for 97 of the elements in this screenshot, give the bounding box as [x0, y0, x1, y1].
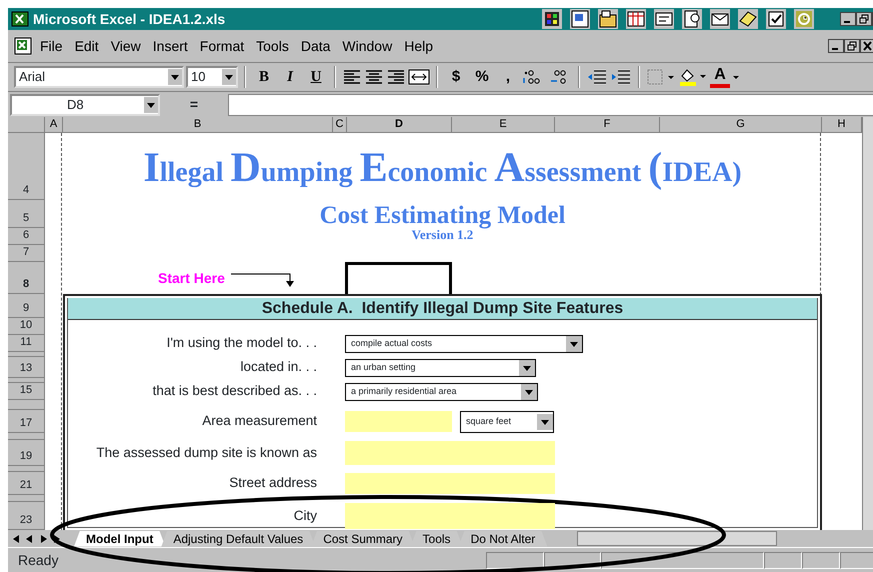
field-label: Street address [228, 474, 318, 492]
row-header[interactable]: 13 [8, 357, 45, 378]
percent-button[interactable]: % [470, 66, 494, 88]
fill-color-icon[interactable] [678, 67, 708, 87]
minimize-icon[interactable] [828, 39, 844, 53]
sheet-subtitle: Cost Estimating Model [318, 203, 566, 228]
italic-button[interactable]: I [278, 66, 302, 88]
equals-button[interactable]: = [164, 94, 224, 115]
input-field[interactable] [345, 473, 555, 494]
minimize-icon[interactable] [840, 12, 856, 26]
dropdown-field[interactable]: compile actual costs [345, 334, 583, 352]
column-header[interactable]: B [63, 117, 333, 133]
menu-item[interactable]: Format [194, 36, 250, 56]
sheet-tab[interactable]: Model Input [74, 530, 166, 546]
bold-button[interactable]: B [252, 66, 276, 88]
row-header[interactable]: 6 [8, 228, 45, 245]
sheet-tab[interactable]: Tools [410, 530, 463, 546]
note-icon[interactable] [738, 9, 758, 29]
field-label: The assessed dump site is known as [95, 444, 318, 462]
mail-icon[interactable] [710, 9, 730, 29]
row-header[interactable]: 17 [8, 410, 45, 433]
input-field[interactable] [345, 441, 555, 465]
field-label: I'm using the model to. . . [166, 334, 318, 352]
dropdown-field[interactable]: a primarily residential area [345, 382, 538, 400]
row-header[interactable]: 10 [8, 318, 45, 335]
folder-icon[interactable] [598, 9, 618, 29]
schedule-heading: Schedule A. Identify Illegal Dump Site Features [68, 298, 817, 320]
increase-indent-icon[interactable] [610, 68, 632, 86]
field-label: City [292, 506, 318, 525]
calendar-icon[interactable] [626, 9, 646, 29]
row-header[interactable]: 15 [8, 383, 45, 400]
start-label: Start Here [158, 268, 225, 288]
document-icon[interactable] [682, 9, 702, 29]
merge-center-icon[interactable] [408, 68, 430, 86]
monitor-icon[interactable] [570, 9, 590, 29]
row-header[interactable]: 19 [8, 440, 45, 466]
row-header[interactable]: 21 [8, 472, 45, 495]
version-label: Version 1.2 [412, 228, 474, 244]
restore-icon[interactable] [856, 12, 872, 26]
workbook-icon [12, 36, 34, 56]
sheet-tab[interactable]: Adjusting Default Values [161, 530, 316, 546]
input-field[interactable] [345, 411, 452, 432]
row-header[interactable]: 9 [8, 294, 45, 318]
sheet-tab[interactable]: Cost Summary [311, 530, 415, 546]
menu-item[interactable]: Tools [250, 36, 295, 56]
close-icon[interactable] [860, 39, 873, 53]
active-cell[interactable] [345, 262, 452, 294]
row-header[interactable]: 5 [8, 200, 45, 228]
column-header[interactable]: F [555, 117, 660, 133]
menu-item[interactable]: File [34, 36, 69, 56]
row-header[interactable]: 11 [8, 335, 45, 352]
sheet-tab[interactable]: Do Not Alter [458, 530, 548, 546]
formula-field[interactable] [228, 94, 873, 116]
status-text: Ready [17, 550, 60, 570]
align-center-icon[interactable] [364, 68, 384, 86]
menu-item[interactable]: Insert [146, 36, 194, 56]
field-label: located in. . . [239, 358, 318, 376]
sheet-title: Illegal Dumping Economic Assessment (IDEA) [142, 144, 743, 193]
excel-icon [11, 11, 29, 27]
menu-item[interactable]: View [104, 36, 147, 56]
field-label: that is best described as. . . [152, 382, 318, 400]
row-header[interactable]: 4 [8, 133, 45, 200]
column-header[interactable]: G [660, 117, 822, 133]
horizontal-scrollbar[interactable] [577, 531, 778, 546]
font-size-field[interactable]: 10 [186, 66, 238, 88]
underline-button[interactable]: U [304, 66, 328, 88]
align-right-icon[interactable] [386, 68, 406, 86]
menu-item[interactable]: Window [336, 36, 398, 56]
row-header[interactable]: 7 [8, 245, 45, 262]
unit-dropdown[interactable]: square feet [460, 410, 554, 432]
decrease-indent-icon[interactable] [586, 68, 608, 86]
column-header[interactable]: D [347, 117, 452, 133]
font-field[interactable]: Arial [14, 66, 184, 88]
name-box[interactable]: D8 [10, 94, 160, 116]
column-header[interactable]: A [45, 117, 63, 133]
dropdown-field[interactable]: an urban setting [345, 358, 536, 376]
field-label: Area measurement [201, 412, 318, 430]
menu-item[interactable]: Data [294, 36, 336, 56]
comma-button[interactable]: , [496, 66, 520, 88]
window-title: Microsoft Excel - IDEA1.2.xls [33, 10, 226, 28]
status-panel [802, 552, 840, 568]
card-icon[interactable] [654, 9, 674, 29]
currency-button[interactable]: $ [444, 66, 468, 88]
column-header[interactable]: E [452, 117, 555, 133]
row-header[interactable]: 8 [8, 262, 45, 294]
restore-icon[interactable] [844, 39, 860, 53]
office-icon[interactable] [542, 9, 562, 29]
checklist-icon[interactable] [766, 9, 786, 29]
status-panel [486, 552, 544, 568]
column-header[interactable]: H [822, 117, 862, 133]
font-color-button[interactable]: A [710, 66, 730, 88]
row-header[interactable]: 23 [8, 502, 45, 530]
menu-item[interactable]: Help [398, 36, 439, 56]
column-header[interactable]: C [333, 117, 347, 133]
align-left-icon[interactable] [342, 68, 362, 86]
input-field[interactable] [345, 503, 555, 529]
menu-item[interactable]: Edit [68, 36, 105, 56]
